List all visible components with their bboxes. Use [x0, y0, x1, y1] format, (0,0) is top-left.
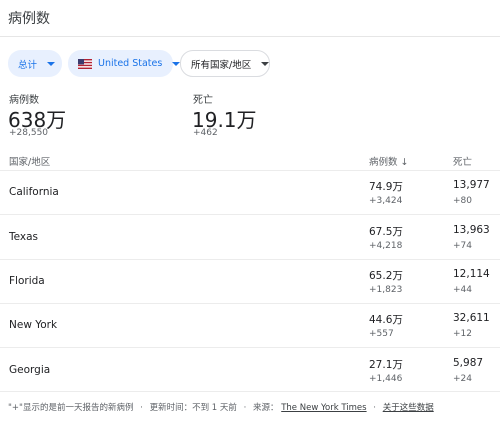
row-cases-delta: +1,446 [369, 374, 403, 384]
row-deaths: 13,963 [453, 224, 490, 236]
footer-separator: · [243, 403, 247, 413]
row-deaths-delta: +74 [453, 241, 472, 251]
table-divider [0, 170, 500, 171]
deaths-summary-delta: +462 [193, 128, 218, 138]
table-divider [0, 391, 500, 392]
country-filter-chip[interactable]: United States [68, 50, 181, 77]
cases-column-header[interactable]: 病例数 ↓ [369, 154, 409, 168]
row-deaths: 13,977 [453, 179, 490, 191]
table-divider [0, 347, 500, 348]
row-cases: 74.9万 [369, 181, 403, 193]
row-deaths-delta: +12 [453, 329, 472, 339]
row-deaths-delta: +44 [453, 285, 472, 295]
table-divider [0, 303, 500, 304]
row-cases-delta: +1,823 [369, 285, 403, 295]
row-deaths: 32,611 [453, 312, 490, 324]
deaths-column-header: 死亡 [453, 157, 473, 168]
footer-note: "+"显示的是前一天报告的新病例 [8, 403, 134, 413]
about-data-link[interactable]: 关于这些数据 [383, 403, 434, 413]
sort-arrow-icon: ↓ [400, 157, 409, 168]
table-divider [0, 214, 500, 215]
footer-updated: 更新时间：不到 1 天前 [149, 403, 237, 413]
region-filter-chip[interactable]: 所有国家/地区 [180, 50, 270, 77]
row-cases: 27.1万 [369, 359, 403, 371]
row-deaths: 5,987 [453, 357, 484, 369]
cases-summary-delta: +28,550 [9, 128, 49, 138]
chevron-down-icon [261, 61, 270, 66]
row-region-name: California [9, 186, 59, 198]
footer-separator: · [373, 403, 376, 413]
total-filter-label: 总计 [18, 59, 38, 71]
row-region-name: Florida [9, 275, 45, 287]
row-cases: 44.6万 [369, 314, 403, 326]
footer-separator: · [140, 403, 143, 413]
row-cases: 65.2万 [369, 270, 403, 282]
row-deaths-delta: +80 [453, 196, 472, 206]
row-cases-delta: +4,218 [369, 241, 403, 251]
divider [0, 36, 500, 37]
region-filter-label: 所有国家/地区 [191, 59, 252, 71]
row-cases-delta: +557 [369, 329, 394, 339]
region-column-header: 国家/地区 [9, 157, 51, 168]
chevron-down-icon [47, 61, 56, 66]
country-filter-label: United States [98, 58, 163, 69]
source-link[interactable]: The New York Times [281, 403, 366, 413]
cases-column-label: 病例数 [369, 157, 398, 168]
table-divider [0, 259, 500, 260]
footer-source-label: 来源： [253, 403, 279, 413]
row-region-name: Georgia [9, 364, 51, 376]
us-flag-icon [78, 58, 92, 69]
page-title: 病例数 [8, 11, 50, 27]
total-filter-chip[interactable]: 总计 [8, 50, 62, 77]
row-deaths: 12,114 [453, 268, 490, 280]
row-region-name: Texas [9, 231, 39, 243]
row-deaths-delta: +24 [453, 374, 472, 384]
row-region-name: New York [9, 319, 58, 331]
row-cases-delta: +3,424 [369, 196, 403, 206]
footer: "+"显示的是前一天报告的新病例 · 更新时间：不到 1 天前 · 来源： Th… [8, 401, 434, 413]
row-cases: 67.5万 [369, 226, 403, 238]
